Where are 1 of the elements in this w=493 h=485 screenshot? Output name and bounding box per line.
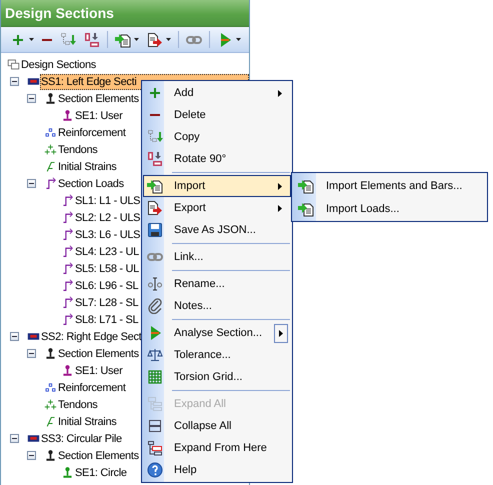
panel-title: Design Sections	[1, 0, 249, 27]
